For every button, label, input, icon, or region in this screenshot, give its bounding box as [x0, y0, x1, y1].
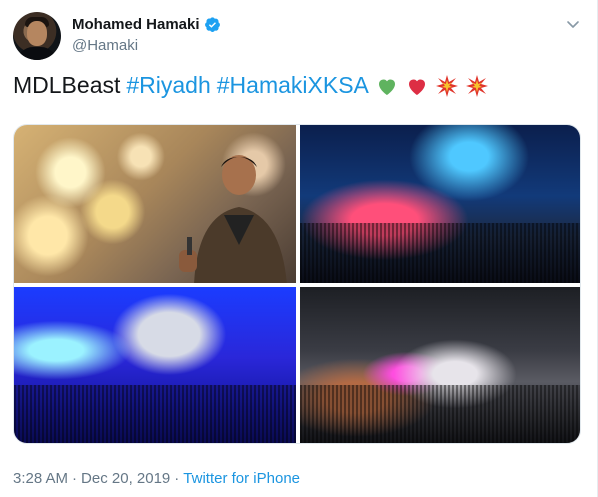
- avatar[interactable]: [13, 12, 61, 60]
- hashtag-hamakixksa[interactable]: #HamakiXKSA: [217, 72, 369, 99]
- author-name[interactable]: Mohamed Hamaki: [72, 16, 200, 33]
- tweet-text: MDLBeast #Riyadh #HamakiXKSA: [13, 72, 489, 99]
- chevron-down-icon[interactable]: [565, 16, 581, 32]
- tweet-meta: 3:28 AM · Dec 20, 2019 · Twitter for iPh…: [13, 470, 300, 487]
- photo-1[interactable]: [14, 125, 296, 283]
- meta-separator: ·: [72, 470, 78, 487]
- tweet-text-plain: MDLBeast: [13, 72, 121, 98]
- singer-figure: [179, 155, 287, 283]
- tweet-card: Mohamed Hamaki @Hamaki MDLBeast #Riyadh …: [0, 0, 598, 497]
- sparkle-burst-icon: [465, 74, 488, 97]
- media-grid: [13, 124, 581, 444]
- author-handle[interactable]: @Hamaki: [72, 37, 138, 54]
- green-heart-icon: [378, 79, 395, 95]
- red-heart-icon: [408, 79, 425, 95]
- tweet-source[interactable]: Twitter for iPhone: [183, 470, 300, 487]
- meta-separator: ·: [174, 470, 180, 487]
- hashtag-riyadh[interactable]: #Riyadh: [126, 72, 210, 99]
- photo-2[interactable]: [300, 125, 580, 283]
- photo-3[interactable]: [14, 287, 296, 443]
- author-row: Mohamed Hamaki: [72, 16, 221, 33]
- photo-4[interactable]: [300, 287, 580, 443]
- tweet-time[interactable]: 3:28 AM: [13, 470, 68, 487]
- sparkle-burst-icon: [435, 74, 458, 97]
- tweet-date[interactable]: Dec 20, 2019: [81, 470, 170, 487]
- verified-badge-icon: [204, 17, 220, 32]
